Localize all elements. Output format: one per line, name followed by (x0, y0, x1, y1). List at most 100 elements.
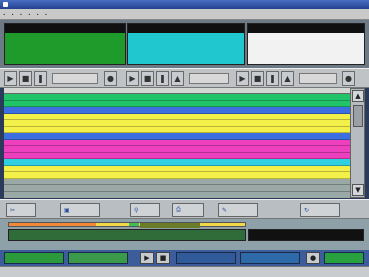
stop-icon: ■ (21, 74, 30, 83)
cue-icon: ● (107, 74, 114, 83)
bottom-slot[interactable] (240, 252, 300, 264)
play-icon: ▶ (7, 74, 14, 83)
row-cell (4, 101, 14, 107)
row-cell (90, 133, 120, 139)
row-cell (168, 120, 350, 126)
row-cell (168, 127, 350, 133)
deck-body (248, 33, 364, 64)
deck-2[interactable] (127, 23, 245, 65)
insert-button[interactable]: ▣ (60, 203, 100, 217)
app-icon (3, 2, 8, 7)
row-cell (120, 146, 144, 152)
pause-icon: ❚ (269, 74, 276, 83)
bottom-slot[interactable] (68, 252, 128, 264)
audio-progress-bar[interactable] (8, 222, 246, 227)
cart-player[interactable] (8, 229, 246, 241)
row-cell (14, 114, 36, 120)
row-cell (120, 133, 144, 139)
bottom-play-button[interactable]: ▶ (140, 252, 154, 264)
row-cell (168, 114, 350, 120)
row-cell (120, 120, 144, 126)
deck-header (5, 24, 125, 33)
stop-button[interactable]: ■ (19, 71, 32, 86)
refresh-button[interactable]: ↻ (300, 203, 340, 217)
print-icon: ⎙ (176, 206, 181, 213)
scroll-up-button[interactable]: ▲ (352, 90, 364, 102)
row-cell (168, 153, 350, 159)
play-icon: ▶ (144, 254, 150, 262)
row-cell (14, 153, 36, 159)
bottom-record-button[interactable]: ● (306, 252, 320, 264)
menu-item[interactable]: • (36, 12, 38, 17)
row-cell (90, 140, 120, 146)
deck-3-pause-button[interactable]: ❚ (266, 71, 279, 86)
deck-panels (0, 20, 369, 68)
row-cell (90, 153, 120, 159)
next-button[interactable]: ● (342, 71, 355, 86)
find-button[interactable]: ⚲ (130, 203, 160, 217)
row-cell (14, 166, 36, 172)
find-icon: ⚲ (134, 206, 139, 214)
scroll-down-button[interactable]: ▼ (352, 184, 364, 196)
function-toolbar: ✂ ▣ ⚲ ⎙ ✎ ↻ (0, 199, 369, 219)
playlist-row[interactable] (4, 185, 350, 192)
deck-3-stop-button[interactable]: ■ (251, 71, 264, 86)
deck-1-time-display (52, 73, 98, 84)
stop-icon: ■ (143, 74, 152, 83)
row-cell (14, 94, 36, 100)
row-cell (4, 120, 14, 126)
row-cell (168, 159, 350, 165)
deck-2-play-button[interactable]: ▶ (126, 71, 139, 86)
record-icon: ● (309, 254, 317, 262)
playlist-scrollbar[interactable]: ▲ ▼ (350, 88, 365, 198)
deck-3-play-button[interactable]: ▶ (236, 71, 249, 86)
menu-item[interactable]: • (45, 12, 47, 17)
play-button[interactable]: ▶ (4, 71, 17, 86)
row-cell (90, 114, 120, 120)
row-cell (90, 185, 120, 191)
row-cell (4, 153, 14, 159)
row-cell (14, 185, 36, 191)
row-cell (14, 133, 36, 139)
row-cell (168, 179, 350, 185)
row-cell (14, 179, 36, 185)
row-cell (168, 146, 350, 152)
row-cell (36, 140, 90, 146)
deck-body (128, 33, 244, 64)
row-cell (144, 159, 168, 165)
cut-button[interactable]: ✂ (6, 203, 36, 217)
deck-3-eject-button[interactable]: ▲ (281, 71, 294, 86)
scrollbar-thumb[interactable] (353, 105, 363, 127)
bottom-slot[interactable] (4, 252, 64, 264)
bottom-slot[interactable] (176, 252, 236, 264)
row-cell (120, 101, 144, 107)
bottom-stop-button[interactable]: ■ (156, 252, 170, 264)
bottom-slot[interactable] (324, 252, 364, 264)
row-cell (144, 153, 168, 159)
pause-button[interactable]: ❚ (34, 71, 47, 86)
row-cell (144, 94, 168, 100)
menu-item[interactable]: • (20, 12, 22, 17)
deck-2-stop-button[interactable]: ■ (141, 71, 154, 86)
row-cell (4, 185, 14, 191)
deck-2-eject-button[interactable]: ▲ (171, 71, 184, 86)
menu-item[interactable]: • (3, 12, 5, 17)
row-cell (36, 120, 90, 126)
deck-header (248, 24, 364, 33)
row-cell (36, 166, 90, 172)
deck-3-time-display (299, 73, 337, 84)
row-cell (120, 114, 144, 120)
deck-1-cue-button[interactable]: ● (104, 71, 117, 86)
print-button[interactable]: ⎙ (172, 203, 204, 217)
menu-item[interactable]: • (11, 12, 13, 17)
row-cell (120, 153, 144, 159)
row-cell (144, 107, 168, 113)
deck-2-pause-button[interactable]: ❚ (156, 71, 169, 86)
edit-button[interactable]: ✎ (218, 203, 258, 217)
deck-1[interactable] (4, 23, 126, 65)
row-cell (90, 101, 120, 107)
deck-3[interactable] (247, 23, 365, 65)
menu-item[interactable]: • (28, 12, 30, 17)
row-cell (36, 114, 90, 120)
row-cell (14, 107, 36, 113)
